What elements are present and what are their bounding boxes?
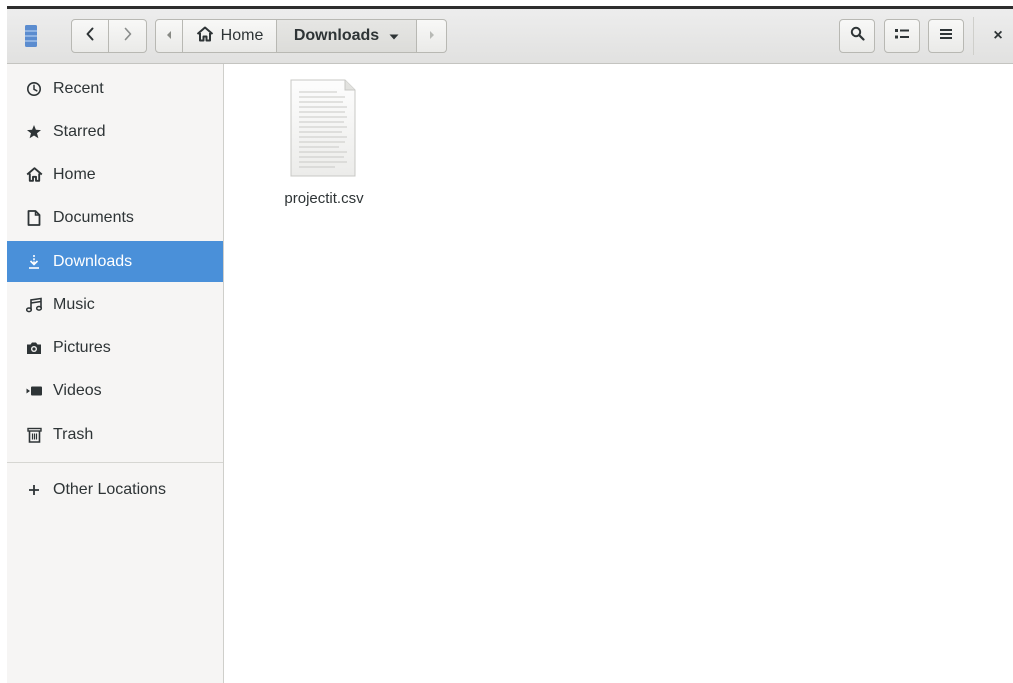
trash-icon: [25, 426, 43, 444]
sidebar-item-label: Videos: [53, 381, 102, 399]
path-scroll-left-button[interactable]: [155, 19, 183, 53]
file-name: projectit.csv: [284, 190, 364, 207]
sidebar-item-downloads[interactable]: Downloads: [7, 241, 223, 282]
sidebar-item-label: Downloads: [53, 252, 133, 270]
path-bar: Home Downloads: [155, 19, 447, 53]
sidebar-item-music[interactable]: Music: [7, 284, 223, 325]
clock-icon: [25, 80, 43, 98]
sidebar-divider: [7, 462, 223, 463]
sidebar-item-documents[interactable]: Documents: [7, 197, 223, 238]
sidebar-item-home[interactable]: Home: [7, 154, 223, 195]
back-button[interactable]: [71, 19, 109, 53]
camera-icon: [25, 339, 43, 357]
forward-button[interactable]: [109, 19, 147, 53]
triangle-right-icon: [429, 27, 435, 45]
video-icon: [25, 382, 43, 400]
home-icon: [196, 26, 214, 47]
sidebar-item-label: Home: [53, 165, 96, 183]
path-scroll-right-button[interactable]: [417, 19, 447, 53]
caret-down-icon: [389, 27, 399, 45]
view-toggle-button[interactable]: [884, 19, 920, 53]
menu-button[interactable]: [928, 19, 964, 53]
file-view: projectit.csv: [225, 64, 1013, 683]
music-note-icon: [25, 296, 43, 314]
path-home-label: Home: [220, 27, 264, 44]
sidebar-item-videos[interactable]: Videos: [7, 370, 223, 411]
sidebar-item-label: Pictures: [53, 338, 111, 356]
sidebar-item-label: Recent: [53, 79, 104, 97]
text-file-icon: [287, 78, 359, 182]
sidebar-item-trash[interactable]: Trash: [7, 414, 223, 455]
chevron-left-icon: [85, 27, 95, 46]
sidebar-item-pictures[interactable]: Pictures: [7, 327, 223, 368]
search-icon: [850, 26, 865, 46]
places-sidebar: Recent Starred Home Documents Downloads: [7, 64, 224, 683]
hamburger-menu-icon: [939, 27, 953, 45]
path-downloads-button[interactable]: Downloads: [277, 19, 417, 53]
home-icon: [25, 166, 43, 184]
download-icon: [25, 253, 43, 271]
grid-view-icon: [895, 27, 909, 45]
sidebar-item-label: Trash: [53, 425, 94, 443]
navigation-buttons: [71, 19, 147, 53]
sidebar-item-label: Documents: [53, 208, 134, 226]
sidebar-item-recent[interactable]: Recent: [7, 68, 223, 109]
sidebar-item-label: Music: [53, 295, 95, 313]
header-separator: [973, 17, 974, 55]
sidebar-item-label: Other Locations: [53, 480, 166, 498]
close-button[interactable]: ×: [983, 19, 1013, 53]
header-bar: Home Downloads ×: [7, 6, 1013, 64]
path-home-button[interactable]: Home: [183, 19, 277, 53]
triangle-left-icon: [166, 27, 172, 45]
file-item[interactable]: projectit.csv: [269, 78, 379, 218]
plus-icon: [25, 481, 43, 499]
document-icon: [25, 209, 43, 227]
file-manager-window: Home Downloads × Recent Starred Home Doc…: [0, 0, 1013, 683]
files-app-icon: [25, 25, 37, 47]
search-button[interactable]: [839, 19, 875, 53]
path-downloads-label: Downloads: [293, 27, 380, 44]
star-icon: [25, 123, 43, 141]
sidebar-item-starred[interactable]: Starred: [7, 111, 223, 152]
chevron-right-icon: [123, 27, 133, 46]
sidebar-item-label: Starred: [53, 122, 106, 140]
sidebar-item-other-locations[interactable]: Other Locations: [7, 469, 223, 510]
close-icon: ×: [993, 27, 1003, 44]
